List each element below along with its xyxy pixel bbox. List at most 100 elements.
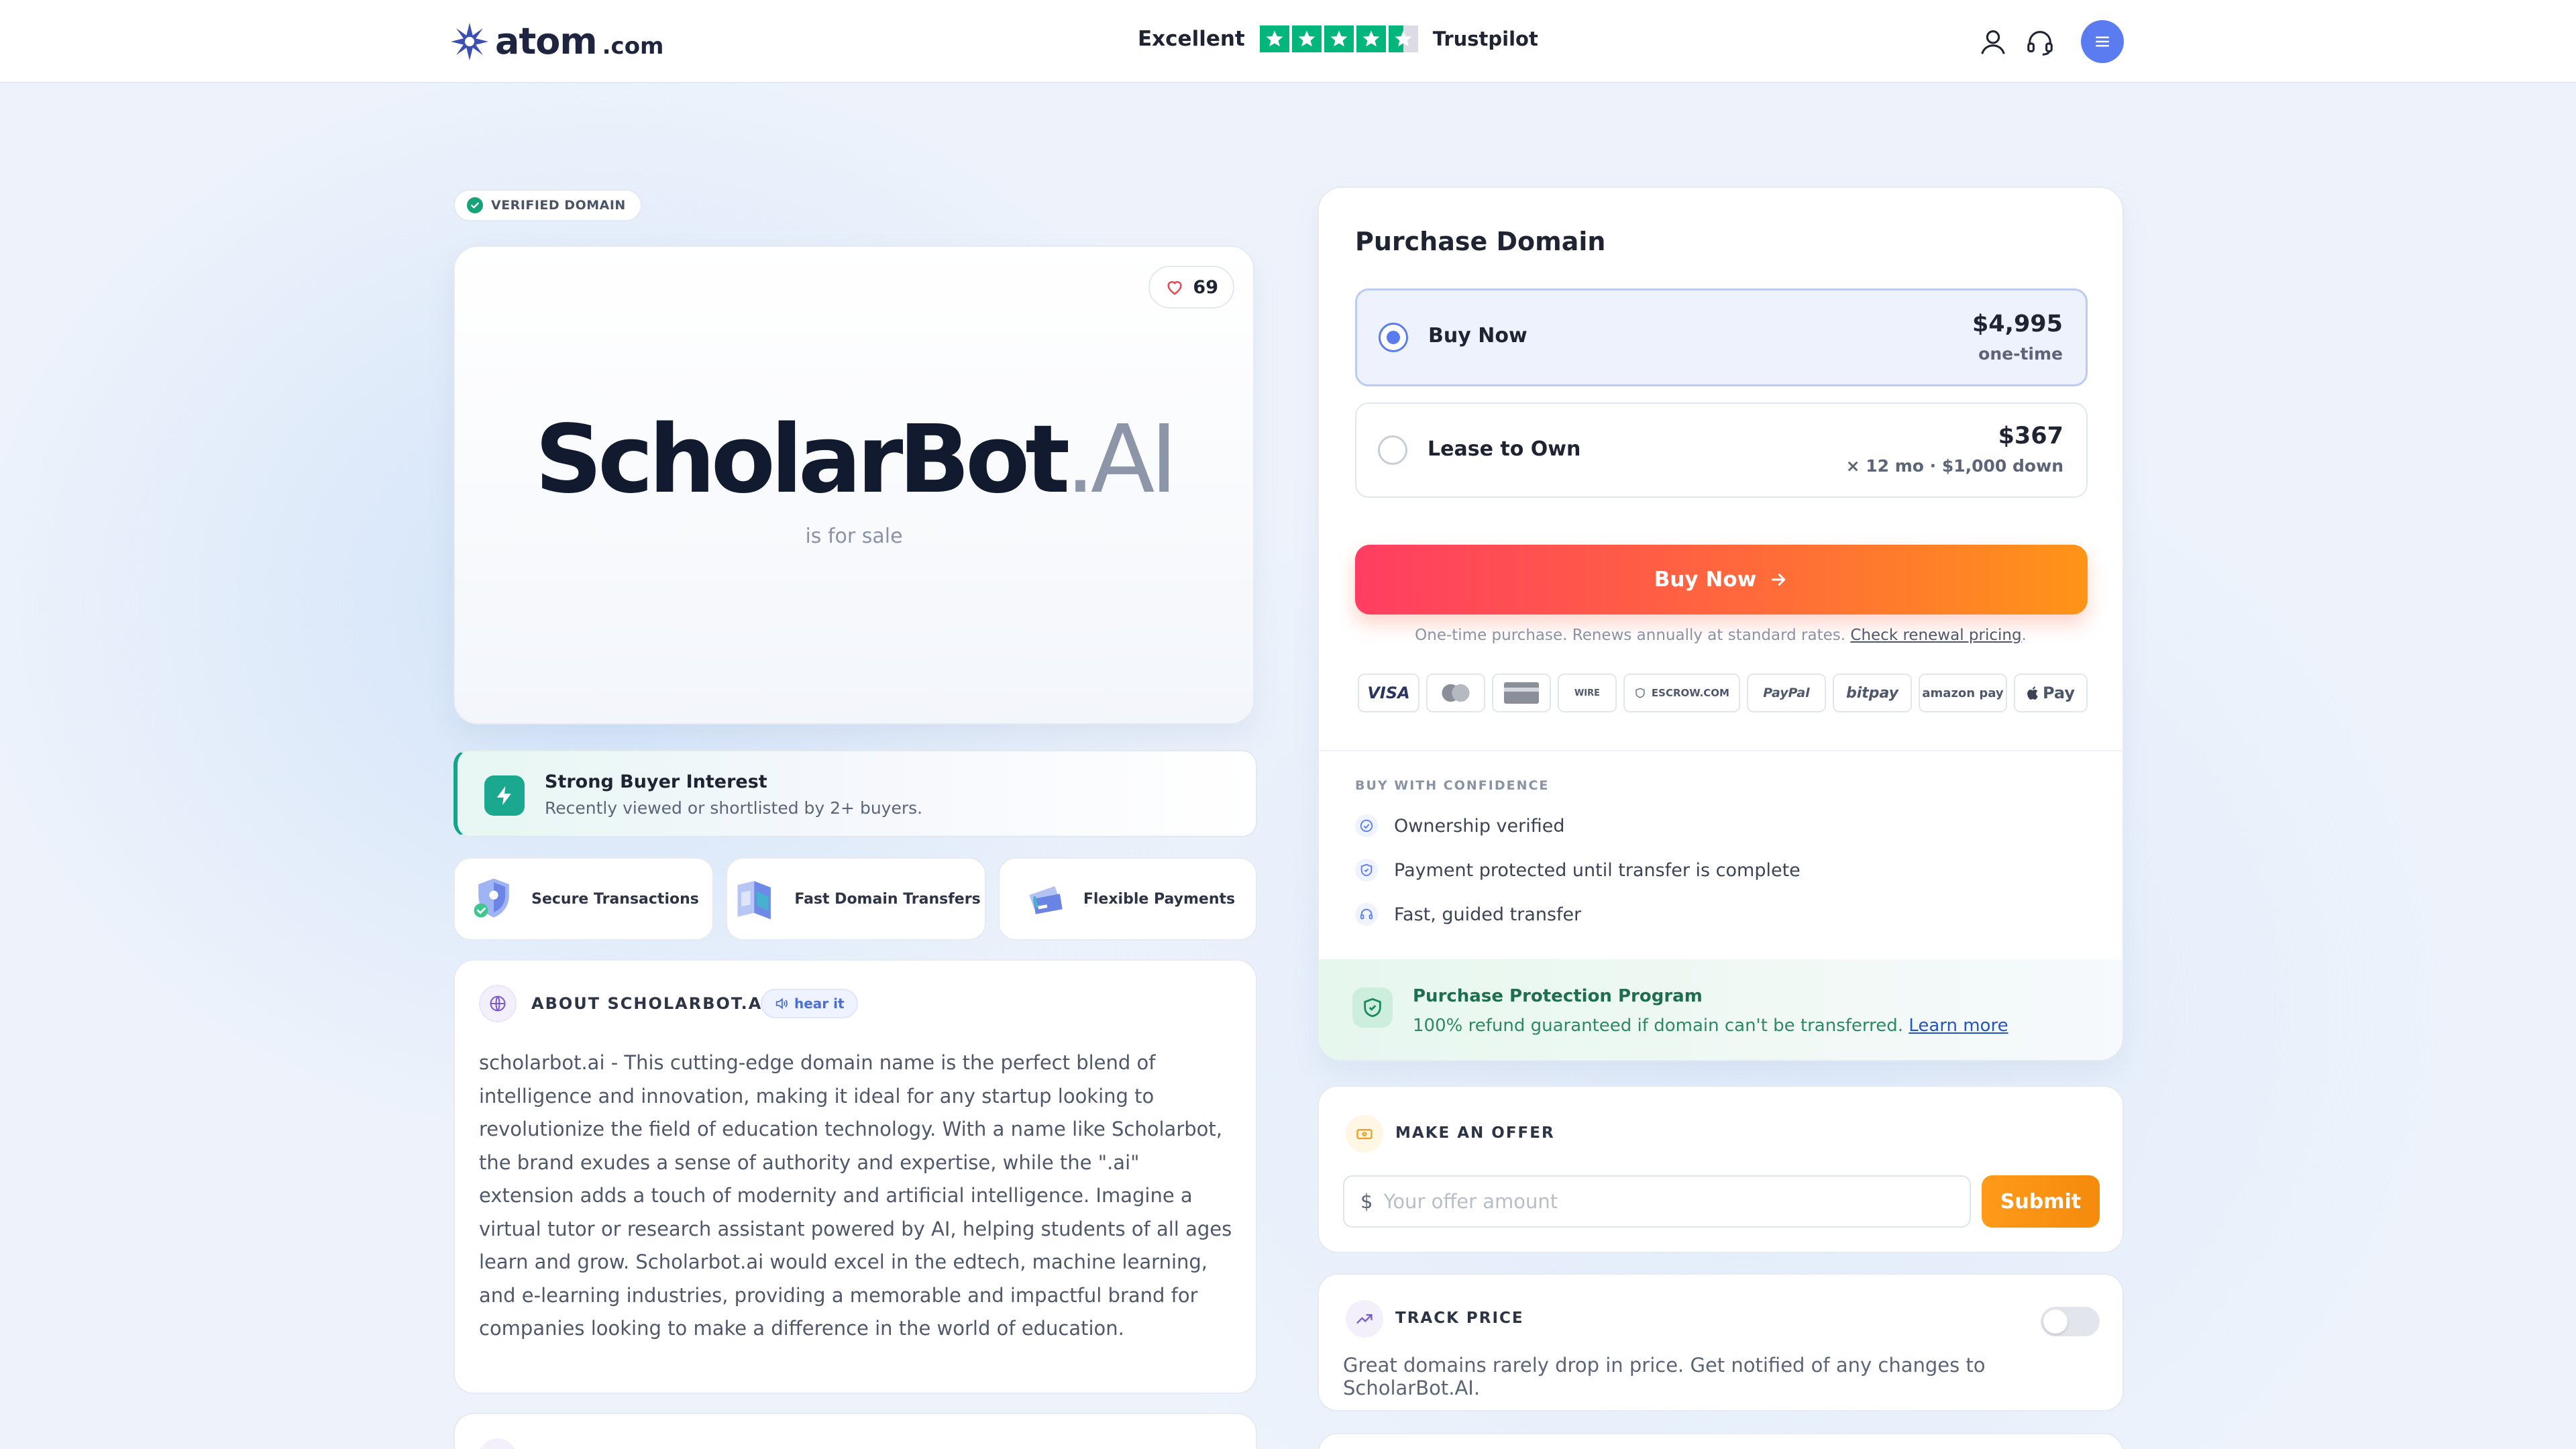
track-price-description: Great domains rarely drop in price. Get …	[1343, 1354, 1986, 1399]
menu-icon	[2096, 36, 2109, 47]
star-icon	[1291, 25, 1322, 52]
option-price: $4,995	[1972, 311, 2063, 337]
star-icon	[1356, 25, 1386, 52]
atom-logo[interactable]: atom .com	[449, 20, 663, 62]
radio-buy-now[interactable]	[1379, 323, 1408, 352]
feature-label: Secure Transactions	[531, 890, 699, 908]
star-icon	[1324, 25, 1354, 52]
support-headset-icon[interactable]	[2025, 27, 2055, 58]
about-title: ABOUT SCHOLARBOT.AI	[531, 994, 770, 1013]
domain-name-tld: .AI	[1065, 405, 1178, 515]
currency-symbol: $	[1360, 1190, 1373, 1213]
option-note: × 12 mo · $1,000 down	[1845, 456, 2063, 476]
globe-icon	[479, 985, 517, 1022]
radio-lease-to-own[interactable]	[1378, 435, 1407, 465]
check-icon	[467, 197, 483, 213]
protection-text: 100% refund guaranteed if domain can't b…	[1413, 1016, 1904, 1036]
headset-icon	[1355, 903, 1378, 926]
protection-title: Purchase Protection Program	[1413, 986, 1703, 1006]
feature-label: Fast Domain Transfers	[794, 890, 981, 908]
interest-title: Strong Buyer Interest	[545, 771, 767, 792]
feature-fast-transfers: Fast Domain Transfers	[726, 857, 986, 941]
verified-domain-badge: VERIFIED DOMAIN	[453, 189, 642, 221]
account-icon[interactable]	[1978, 27, 2008, 58]
payment-card-icon	[1029, 886, 1063, 914]
hear-it-label: hear it	[794, 996, 845, 1012]
feature-label: Flexible Payments	[1083, 890, 1236, 908]
paypal-icon: PayPal	[1747, 674, 1826, 712]
check-circle-icon	[1355, 814, 1378, 837]
like-button[interactable]: 69	[1148, 266, 1234, 309]
menu-button[interactable]	[2081, 20, 2124, 63]
buy-note-end: .	[2021, 627, 2027, 644]
confidence-item: Payment protected until transfer is comp…	[1355, 859, 1801, 881]
amazon-pay-icon: amazon pay	[1919, 674, 2007, 712]
escrow-icon: ESCROW.COM	[1623, 674, 1740, 712]
offer-amount-field[interactable]: $	[1343, 1175, 1971, 1228]
submit-offer-button[interactable]: Submit	[1982, 1175, 2100, 1228]
transfer-icon	[737, 881, 771, 920]
atom-logo-icon	[451, 22, 488, 60]
logo-wordmark: atom	[495, 20, 598, 62]
buyer-interest-banner: Strong Buyer Interest Recently viewed or…	[453, 750, 1257, 837]
logo-suffix: .com	[602, 32, 664, 60]
domain-name-main: ScholarBot	[535, 405, 1070, 515]
apple-pay-label: Pay	[2042, 684, 2076, 702]
section-icon	[479, 1438, 517, 1449]
option-price: $367	[1998, 423, 2063, 449]
domain-name: ScholarBot.AI	[455, 413, 1253, 507]
for-sale-label: is for sale	[805, 525, 903, 548]
like-count: 69	[1193, 276, 1218, 298]
apple-pay-icon: Pay	[2014, 674, 2088, 712]
trust-stars	[1259, 25, 1418, 52]
payment-methods: VISA WIRE ESCROW.COM PayPal bitpay amazo…	[1358, 674, 2088, 712]
track-price-toggle[interactable]	[2041, 1307, 2100, 1336]
lightning-icon	[484, 775, 525, 816]
interest-subtitle: Recently viewed or shortlisted by 2+ buy…	[545, 798, 923, 818]
wire-transfer-icon: WIRE	[1558, 674, 1617, 712]
option-lease-to-own[interactable]: Lease to Own $367 × 12 mo · $1,000 down	[1355, 402, 2088, 498]
about-description: scholarbot.ai - This cutting-edge domain…	[479, 1051, 1232, 1340]
buy-now-label: Buy Now	[1654, 568, 1757, 592]
top-header: atom .com Excellent Trustpilot	[0, 0, 2576, 83]
feature-secure-transactions: Secure Transactions	[453, 857, 714, 941]
shield-check-icon	[1355, 859, 1378, 881]
visa-icon: VISA	[1358, 674, 1419, 712]
speaker-icon	[775, 998, 788, 1010]
confidence-item: Ownership verified	[1355, 814, 1565, 837]
option-label: Lease to Own	[1428, 437, 1581, 461]
mastercard-icon	[1426, 674, 1485, 712]
feature-flexible-payments: Flexible Payments	[998, 857, 1257, 941]
learn-more-link[interactable]: Learn more	[1909, 1016, 2008, 1036]
domain-hero-card: 69 ScholarBot.AI is for sale	[453, 246, 1254, 724]
next-card	[453, 1413, 1257, 1449]
confidence-text: Payment protected until transfer is comp…	[1394, 859, 1801, 881]
renewal-pricing-link[interactable]: Check renewal pricing	[1850, 627, 2021, 644]
option-note: one-time	[1978, 344, 2063, 364]
hear-it-button[interactable]: hear it	[761, 989, 858, 1018]
half-star-icon	[1388, 25, 1418, 52]
shield-check-icon	[1352, 987, 1393, 1028]
purchase-domain-card: Purchase Domain Buy Now $4,995 one-time …	[1318, 186, 2124, 1061]
escrow-label: ESCROW.COM	[1651, 687, 1729, 699]
arrow-right-icon	[1772, 574, 1786, 586]
star-icon	[1259, 25, 1289, 52]
option-label: Buy Now	[1428, 324, 1527, 347]
protection-subtitle: 100% refund guaranteed if domain can't b…	[1413, 1016, 2008, 1036]
offer-amount-input[interactable]	[1383, 1190, 1947, 1213]
verified-label: VERIFIED DOMAIN	[491, 198, 626, 213]
option-buy-now[interactable]: Buy Now $4,995 one-time	[1355, 288, 2088, 386]
trust-label: Excellent	[1138, 27, 1245, 51]
buy-note-text: One-time purchase. Renews annually at st…	[1415, 627, 1846, 644]
trustpilot-rating[interactable]: Excellent Trustpilot	[1138, 25, 1538, 52]
confidence-text: Ownership verified	[1394, 815, 1565, 837]
card-icon	[1492, 674, 1551, 712]
trustpilot-brand: Trustpilot	[1432, 28, 1538, 50]
track-price-title: TRACK PRICE	[1395, 1309, 1524, 1327]
heart-icon	[1167, 281, 1183, 295]
buy-now-button[interactable]: Buy Now	[1355, 545, 2088, 614]
next-card	[1318, 1433, 2124, 1449]
track-price-card: TRACK PRICE Great domains rarely drop in…	[1318, 1273, 2124, 1411]
offer-title: MAKE AN OFFER	[1395, 1124, 1555, 1142]
section-divider	[1319, 750, 2123, 751]
